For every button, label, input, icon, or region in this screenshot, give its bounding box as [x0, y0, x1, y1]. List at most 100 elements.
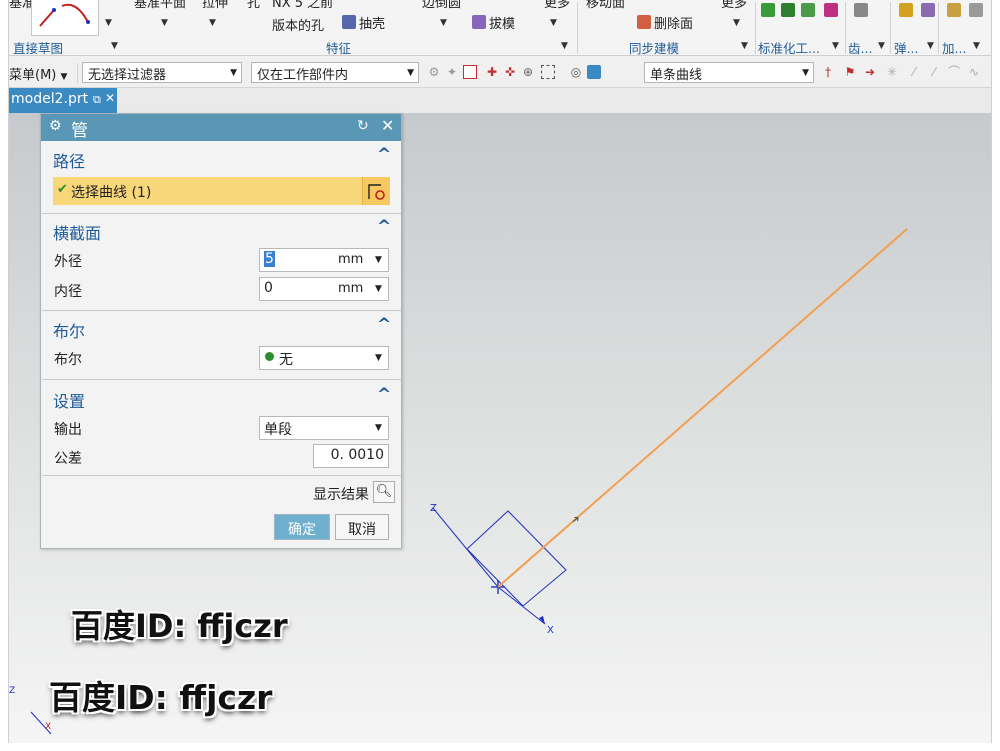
add-tool-icon[interactable]: [947, 3, 961, 17]
chevron-down-icon[interactable]: ▼: [375, 284, 382, 294]
extrude-dropdown-icon[interactable]: ▼: [209, 18, 216, 28]
delete-face-button[interactable]: 删除面: [654, 13, 693, 32]
boolean-select[interactable]: 无 ▼: [259, 346, 389, 370]
magnifier-icon[interactable]: 🔍︎: [373, 481, 395, 503]
tolerance-label: 公差: [54, 451, 82, 467]
spring-tool-icon[interactable]: [899, 3, 913, 17]
menu-button[interactable]: 菜单(M) ▼: [9, 64, 67, 83]
snap-tool-icon-2[interactable]: ✦: [445, 65, 459, 79]
section-path-header[interactable]: 路径 ^: [42, 143, 401, 171]
spring-tool-icon-2[interactable]: [921, 3, 935, 17]
output-value: 单段: [264, 422, 292, 438]
output-select[interactable]: 单段 ▼: [259, 416, 389, 440]
tab-model2[interactable]: model2.prt ⧉ ✕: [9, 88, 117, 113]
cancel-button[interactable]: 取消: [335, 514, 389, 540]
tolerance-value: 0. 0010: [330, 447, 384, 463]
nx5-hole-button[interactable]: 版本的孔: [272, 15, 324, 34]
feature-group-dropdown-icon[interactable]: ▼: [561, 41, 568, 51]
section-cross-header[interactable]: 横截面 ^: [42, 215, 401, 243]
spline-icon[interactable]: ∿: [967, 65, 981, 79]
add-group-dropdown-icon[interactable]: ▼: [973, 41, 980, 51]
tangent-icon[interactable]: †: [821, 65, 835, 79]
collapse-icon[interactable]: ^: [377, 145, 391, 165]
line-icon[interactable]: ⁄: [907, 65, 921, 79]
blend-dropdown-icon[interactable]: ▼: [440, 18, 447, 28]
csys-x-axis: [497, 586, 546, 625]
add-tool-icon-2[interactable]: [969, 3, 983, 17]
snap-point-icon[interactable]: ✚: [485, 65, 499, 79]
curve-icon[interactable]: ⌒: [947, 65, 961, 79]
std-group-dropdown-icon[interactable]: ▼: [832, 41, 839, 51]
inner-diameter-label: 内径: [54, 284, 82, 300]
close-icon[interactable]: ✕: [381, 116, 394, 135]
select-box-icon[interactable]: [463, 65, 477, 79]
gear-icon[interactable]: ⚙: [49, 118, 62, 134]
snap-mid-icon[interactable]: ⊕: [521, 65, 535, 79]
feature-more-dropdown-icon[interactable]: ▼: [550, 18, 557, 28]
sketch-dropdown-icon[interactable]: ▼: [105, 18, 112, 28]
ribbon-separator: [755, 2, 756, 54]
snap-end-icon[interactable]: ✜: [503, 65, 517, 79]
spring-group-dropdown-icon[interactable]: ▼: [927, 41, 934, 51]
inner-diameter-value: 0: [264, 280, 273, 296]
grid-icon[interactable]: ✳: [885, 65, 899, 79]
extrude-button[interactable]: 拉伸: [202, 0, 228, 11]
feature-more-button[interactable]: 更多: [544, 0, 570, 11]
std-part-icon-2[interactable]: [781, 3, 795, 17]
path-curve[interactable]: [497, 228, 908, 588]
edge-blend-button[interactable]: 边倒圆: [422, 0, 461, 11]
select-curve-row[interactable]: ✔ 选择曲线 (1): [53, 177, 390, 205]
hole-button[interactable]: 孔: [247, 0, 260, 11]
outer-diameter-field[interactable]: 5 mm ▼: [259, 248, 389, 272]
reset-icon[interactable]: ↻: [357, 118, 369, 134]
gear-group-dropdown-icon[interactable]: ▼: [878, 41, 885, 51]
watermark-text: 百度ID: ffjczr: [71, 607, 288, 645]
sketch-button[interactable]: [31, 0, 99, 36]
fork-icon[interactable]: ⚑: [843, 65, 857, 79]
chevron-down-icon[interactable]: ▼: [375, 423, 382, 433]
collapse-icon[interactable]: ^: [377, 385, 391, 405]
collapse-icon[interactable]: ^: [377, 217, 391, 237]
dialog-title-bar[interactable]: ⚙ 管 ↻ ✕: [41, 114, 401, 141]
selection-filter-value: 无选择过滤器: [88, 68, 167, 83]
section-boolean-header[interactable]: 布尔 ^: [42, 313, 401, 341]
sync-group-dropdown-icon[interactable]: ▼: [741, 41, 748, 51]
std-part-icon-4[interactable]: [824, 3, 838, 17]
pin-icon[interactable]: ⧉: [93, 93, 101, 107]
box-select-icon[interactable]: [541, 65, 555, 79]
sync-more-button[interactable]: 更多: [721, 0, 747, 11]
section-divider: [42, 379, 401, 380]
cmdbar-separator: [77, 63, 78, 83]
chevron-down-icon[interactable]: ▼: [375, 255, 382, 265]
tolerance-field[interactable]: 0. 0010: [313, 444, 389, 468]
gear-tool-icon[interactable]: [854, 3, 868, 17]
snap-tool-icon[interactable]: ⚙: [427, 65, 441, 79]
inner-unit: mm: [338, 281, 364, 296]
sketch-group-dropdown-icon[interactable]: ▼: [111, 41, 118, 51]
section-settings-header[interactable]: 设置 ^: [42, 383, 401, 411]
std-part-icon-3[interactable]: [801, 3, 815, 17]
cube-view-icon[interactable]: [587, 65, 601, 79]
select-curve-icon[interactable]: [362, 177, 390, 205]
std-part-icon-1[interactable]: [761, 3, 775, 17]
selection-scope-combo[interactable]: 仅在工作部件内 ▼: [251, 62, 419, 83]
collapse-icon[interactable]: ^: [377, 315, 391, 335]
sync-more-dropdown-icon[interactable]: ▼: [733, 18, 740, 28]
datum-plane-button[interactable]: 基准平面: [134, 0, 186, 11]
ok-button[interactable]: 确定: [274, 514, 330, 540]
inner-diameter-field[interactable]: 0 mm ▼: [259, 277, 389, 301]
outer-diameter-value: 5: [264, 251, 275, 267]
chevron-down-icon: ▼: [230, 68, 237, 78]
chevron-down-icon[interactable]: ▼: [375, 353, 382, 363]
show-result-label: 显示结果: [313, 487, 369, 503]
selection-filter-combo[interactable]: 无选择过滤器 ▼: [82, 62, 242, 83]
view-icon[interactable]: ◎: [569, 65, 583, 79]
draft-button[interactable]: 拔模: [489, 13, 515, 32]
datum-dropdown-icon[interactable]: ▼: [161, 18, 168, 28]
curve-rule-combo[interactable]: 单条曲线 ▼: [644, 62, 814, 83]
line-icon-2[interactable]: ⁄: [927, 65, 941, 79]
move-face-button[interactable]: 移动面: [586, 0, 625, 11]
close-icon[interactable]: ✕: [105, 91, 115, 105]
arrow-right-icon[interactable]: ➜: [863, 65, 877, 79]
shell-button[interactable]: 抽壳: [359, 13, 385, 32]
